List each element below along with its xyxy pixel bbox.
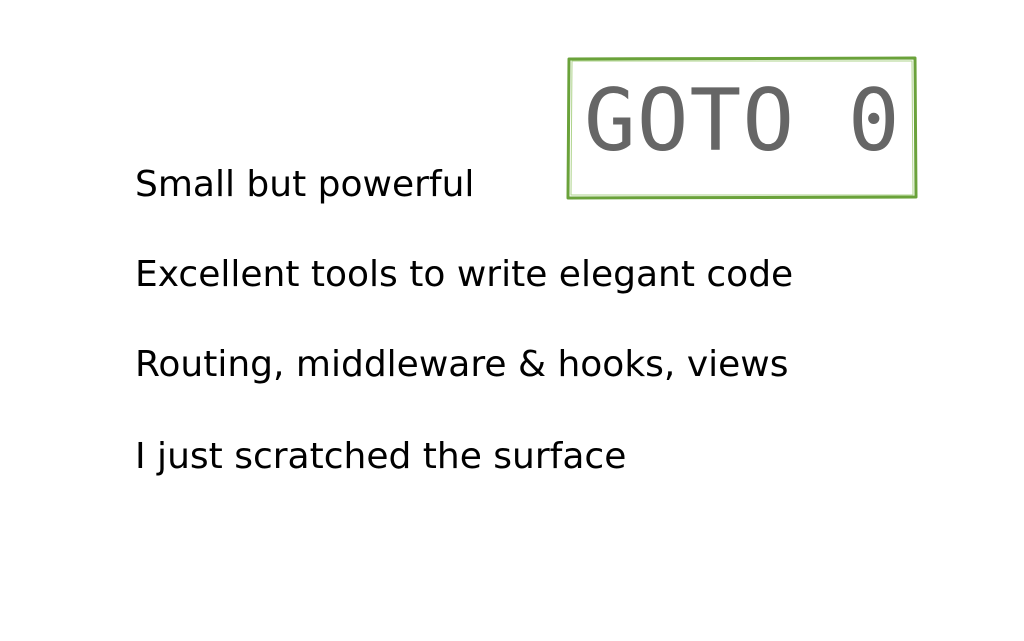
- goto-stamp: GOTO 0: [566, 56, 918, 200]
- stamp-text: GOTO 0: [584, 71, 901, 171]
- slide: GOTO 0 Small but powerful Excellent tool…: [0, 0, 1024, 641]
- bullet-item: I just scratched the surface: [135, 436, 627, 477]
- bullet-item: Excellent tools to write elegant code: [135, 254, 794, 295]
- bullet-item: Small but powerful: [135, 164, 475, 205]
- bullet-item: Routing, middleware & hooks, views: [135, 344, 789, 385]
